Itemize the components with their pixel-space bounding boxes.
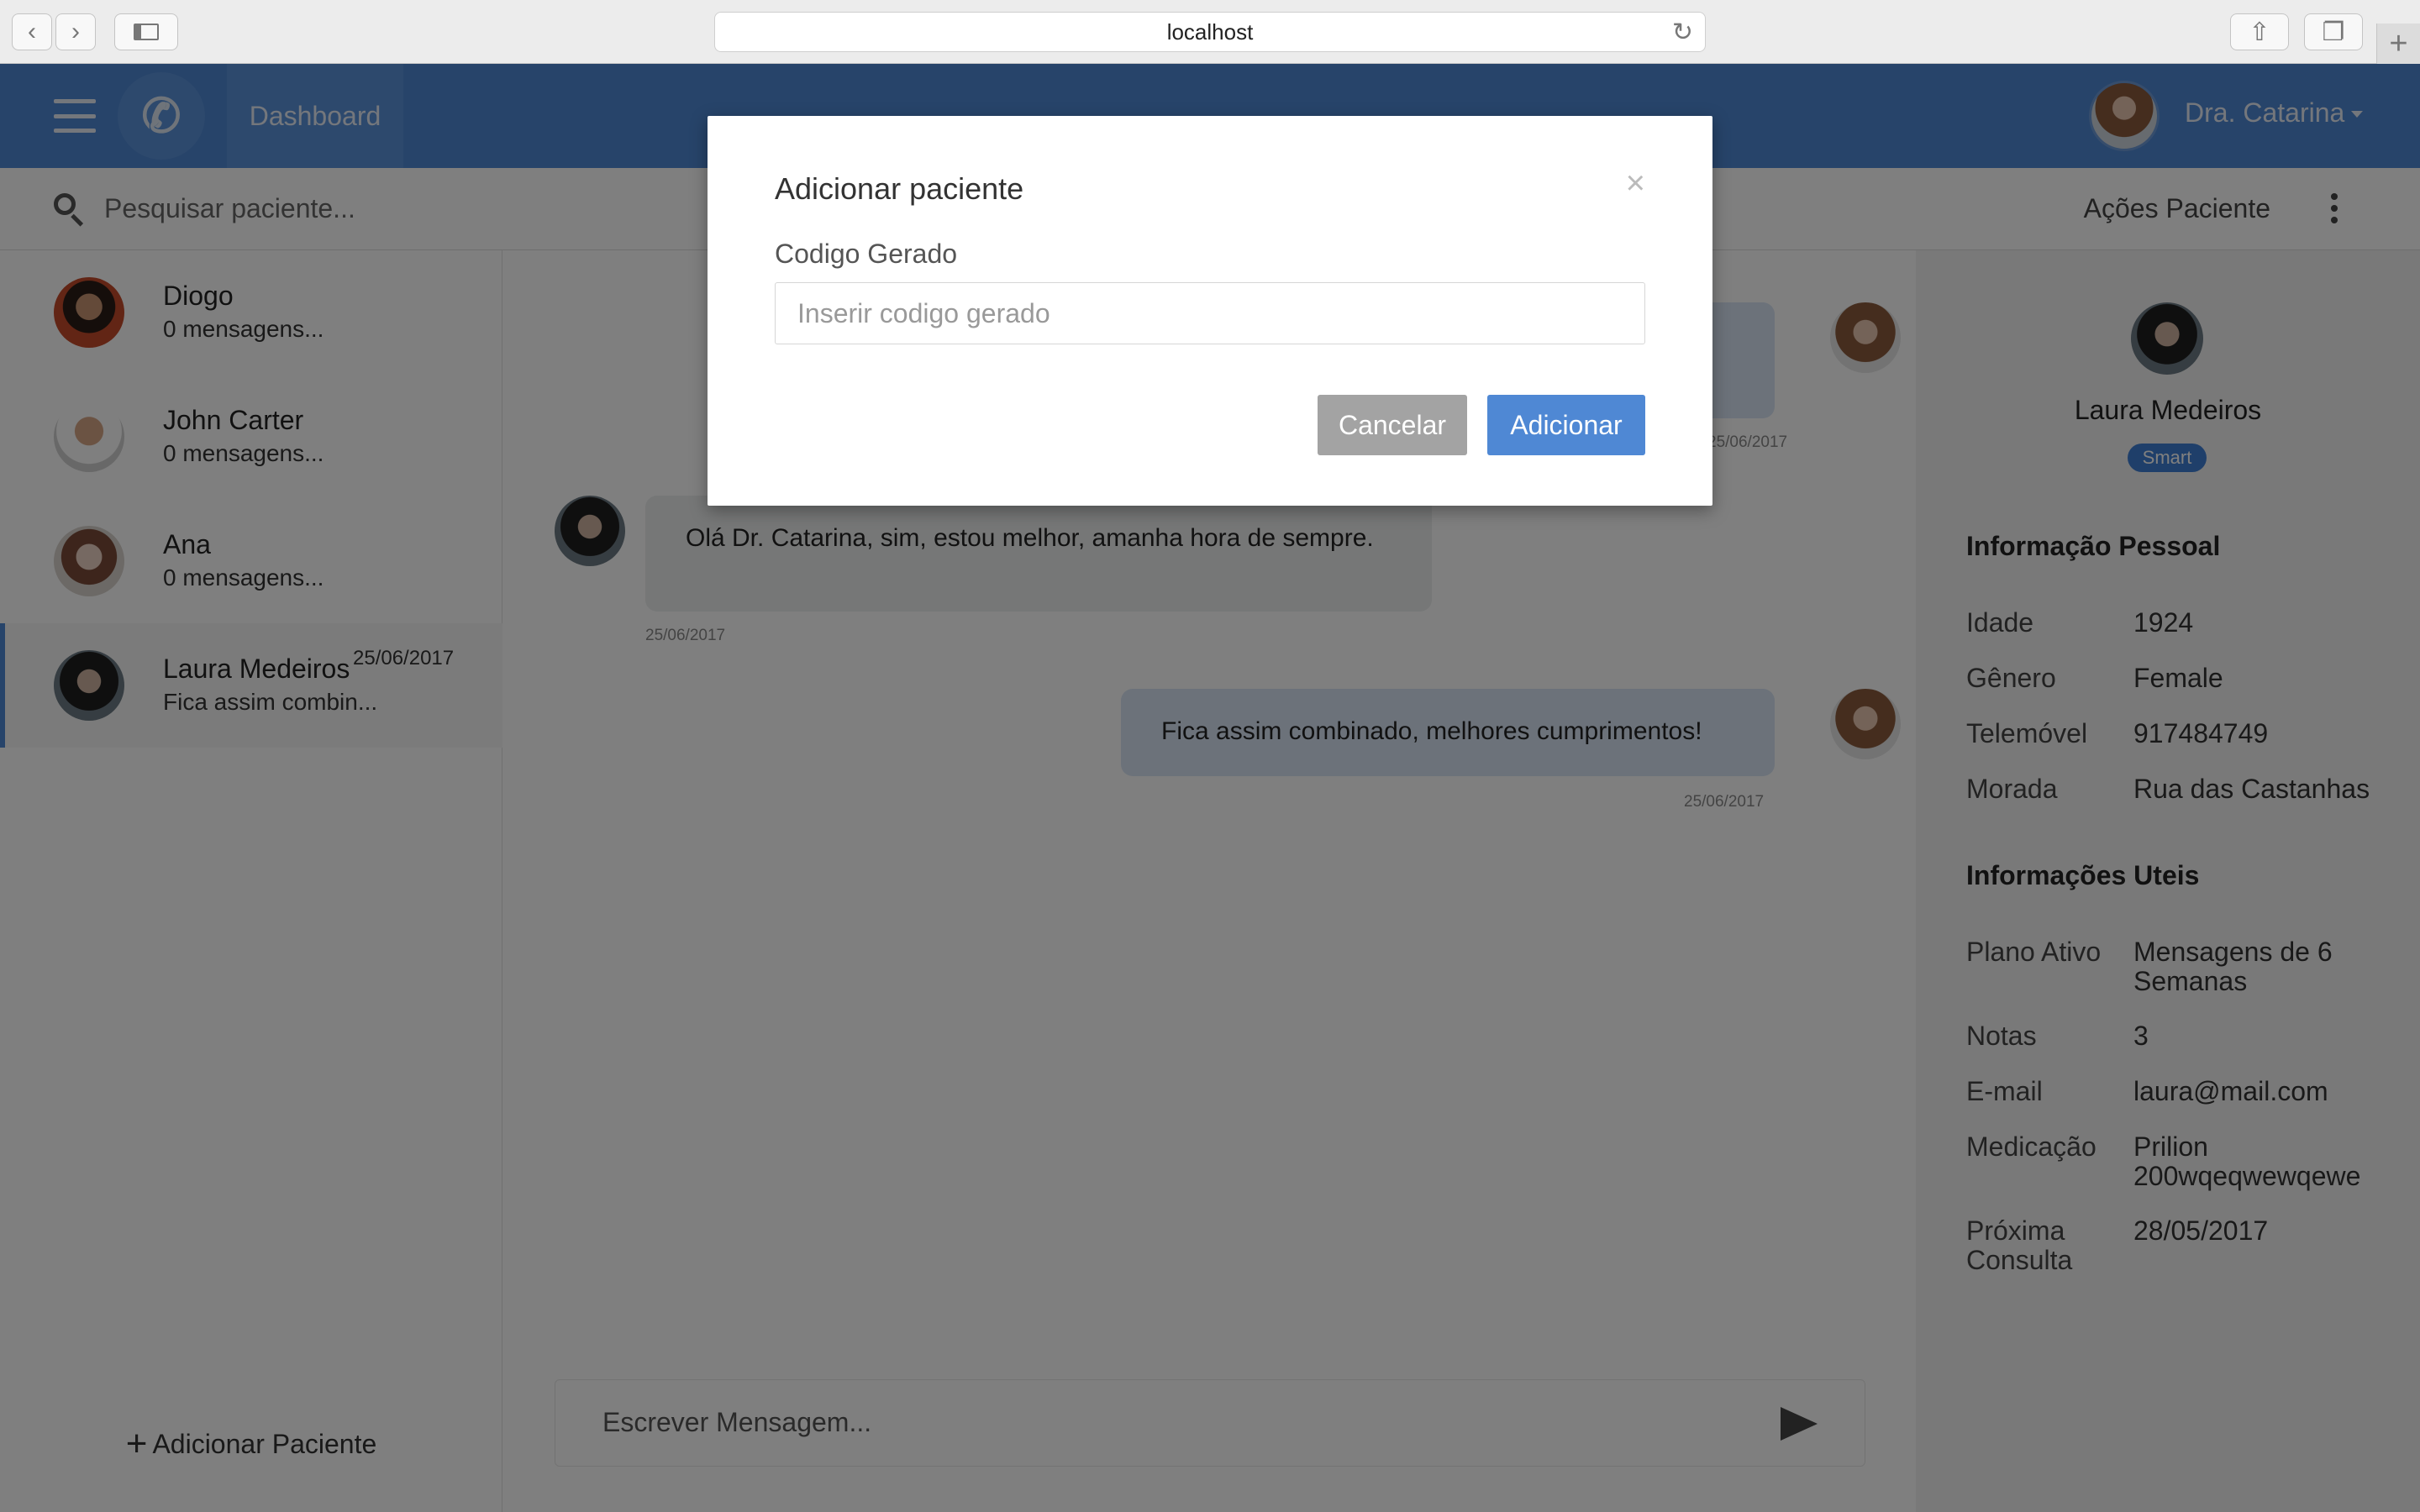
share-icon: ⇧	[2249, 18, 2270, 46]
share-button[interactable]: ⇧	[2230, 13, 2289, 50]
browser-toolbar: ‹ › localhost ↻ ⇧ ❐ +	[0, 0, 2420, 64]
new-tab-button[interactable]: +	[2376, 24, 2420, 64]
chevron-right-icon: ›	[71, 18, 80, 45]
reload-icon[interactable]: ↻	[1672, 18, 1693, 47]
forward-button[interactable]: ›	[55, 13, 96, 50]
cancel-button[interactable]: Cancelar	[1318, 395, 1467, 455]
tabs-overview-button[interactable]: ❐	[2304, 13, 2363, 50]
add-patient-dialog: Adicionar paciente × Codigo Gerado Cance…	[708, 116, 1712, 506]
code-input[interactable]	[775, 282, 1645, 344]
plus-icon: +	[2389, 25, 2408, 61]
tabs-icon: ❐	[2322, 18, 2345, 46]
url-text: localhost	[1166, 18, 1254, 45]
sidebar-toggle-button[interactable]	[114, 13, 178, 50]
code-field-label: Codigo Gerado	[775, 239, 958, 269]
close-icon[interactable]: ×	[1626, 165, 1645, 202]
chevron-left-icon: ‹	[28, 18, 36, 45]
address-bar[interactable]: localhost ↻	[714, 12, 1706, 52]
back-button[interactable]: ‹	[12, 13, 52, 50]
sidebar-icon	[134, 24, 159, 40]
dialog-title: Adicionar paciente	[775, 171, 1024, 206]
add-button[interactable]: Adicionar	[1487, 395, 1645, 455]
